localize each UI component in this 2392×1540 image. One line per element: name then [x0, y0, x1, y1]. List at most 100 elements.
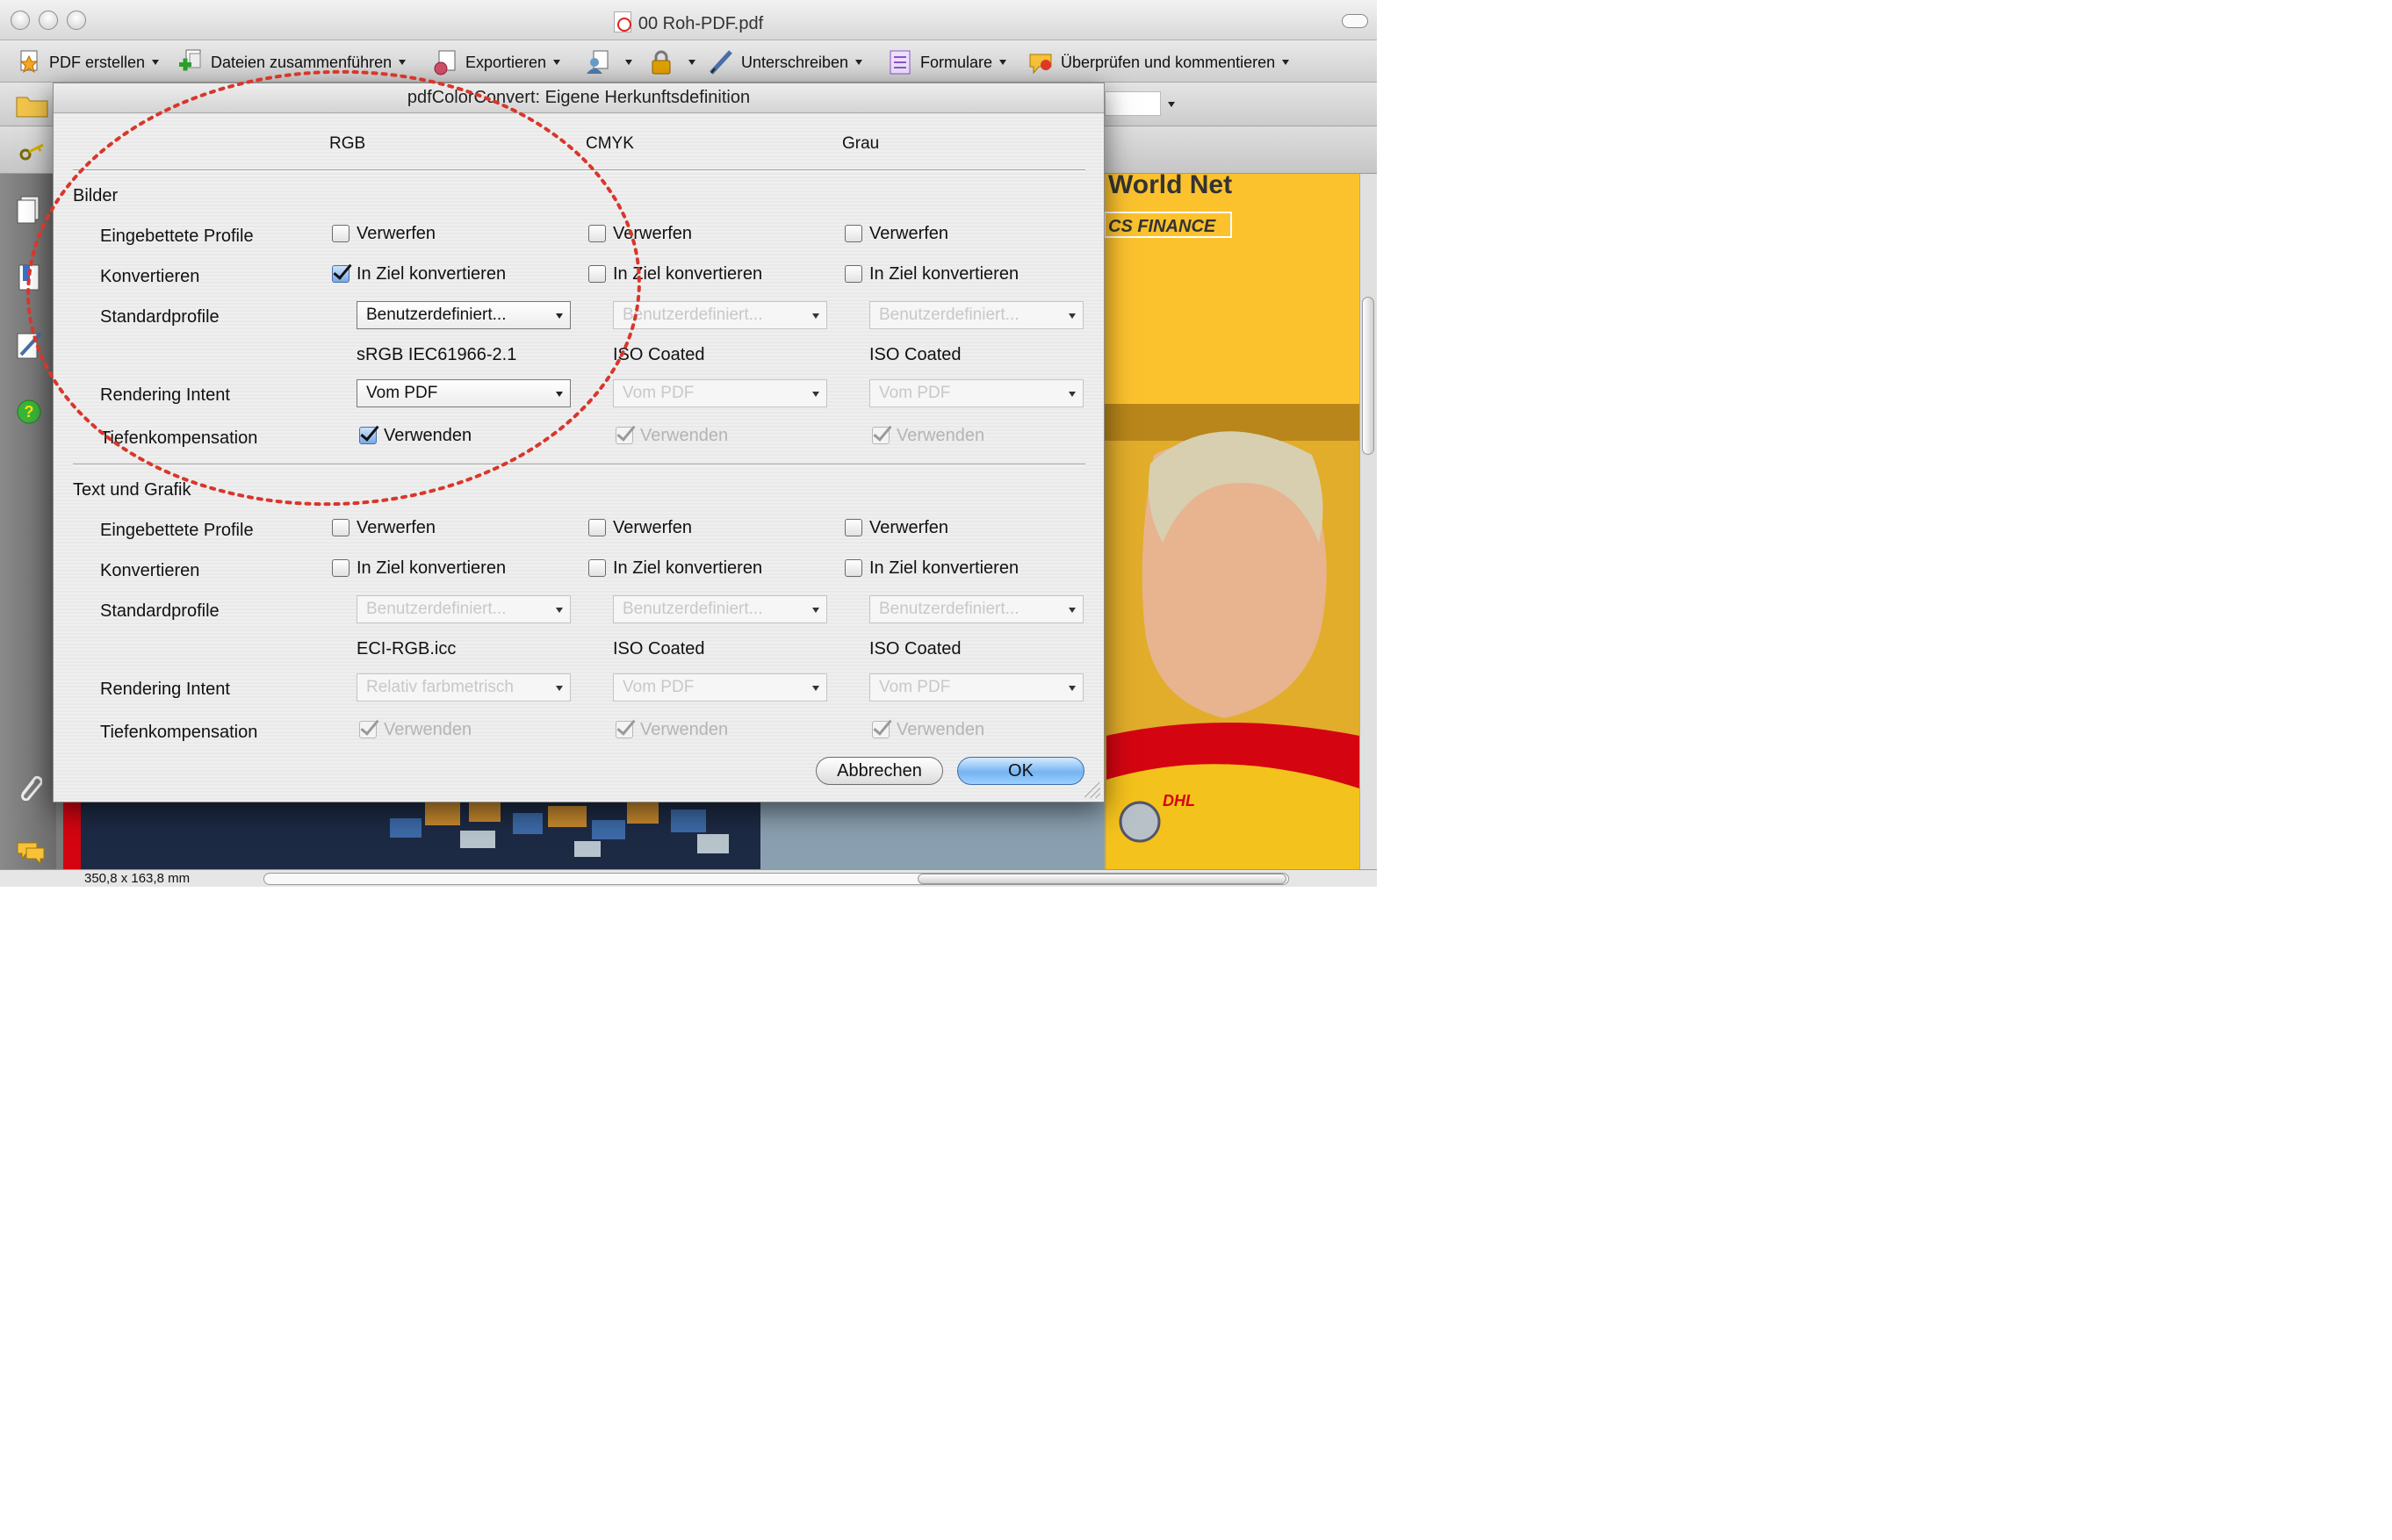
checkbox-label: Verwerfen	[613, 223, 693, 243]
checkbox-box[interactable]	[845, 519, 862, 536]
share-user-button[interactable]	[585, 49, 632, 76]
sign-label: Unterschreiben	[741, 53, 849, 71]
images-cmyk-convert-checkbox[interactable]: In Ziel konvertieren	[588, 263, 762, 285]
checkbox-box[interactable]	[332, 559, 349, 577]
sign-button[interactable]: Unterschreiben	[708, 49, 863, 76]
images-rgb-rendering-intent-select[interactable]: Vom PDF	[357, 379, 571, 407]
forms-button[interactable]: Formulare	[887, 49, 1007, 76]
help-icon[interactable]: ?	[16, 399, 42, 428]
secure-button[interactable]	[648, 49, 695, 76]
checkbox-box[interactable]	[588, 265, 606, 283]
review-comment-label: Überprüfen und kommentieren	[1061, 53, 1276, 71]
export-button[interactable]: Exportieren	[432, 49, 561, 76]
checkbox-box[interactable]	[588, 519, 606, 536]
checkbox-box[interactable]	[588, 559, 606, 577]
create-pdf-button[interactable]: PDF erstellen	[16, 49, 160, 76]
checkbox-box[interactable]	[588, 225, 606, 242]
attachments-icon[interactable]	[16, 771, 43, 802]
window-title-text: 00 Roh-PDF.pdf	[638, 14, 764, 33]
merge-files-icon	[177, 49, 204, 76]
signatures-icon[interactable]	[16, 330, 42, 360]
checkbox-label: Verwenden	[640, 719, 729, 739]
ok-button[interactable]: OK	[957, 757, 1084, 785]
toolbar-toggle-button[interactable]	[1342, 14, 1368, 28]
checkbox-label: Verwerfen	[357, 223, 436, 243]
divider	[73, 169, 1085, 171]
row-label-embedded-profiles: Eingebettete Profile	[100, 227, 254, 246]
zoom-input[interactable]	[1105, 91, 1161, 116]
checkbox-box	[616, 721, 633, 738]
text-cmyk-depth-checkbox: Verwenden	[616, 718, 728, 741]
images-rgb-discard-checkbox[interactable]: Verwerfen	[332, 222, 436, 245]
text-rgb-convert-checkbox[interactable]: In Ziel konvertieren	[332, 557, 506, 579]
select-value: Relativ farbmetrisch	[366, 678, 514, 696]
checkbox-label: Verwenden	[384, 425, 472, 445]
chevron-down-icon	[812, 392, 819, 397]
cancel-button[interactable]: Abbrechen	[816, 757, 943, 785]
text-rgb-discard-checkbox[interactable]: Verwerfen	[332, 516, 436, 539]
text-gray-standard-profile-select: Benutzerdefiniert...	[869, 595, 1084, 623]
scroll-thumb[interactable]	[1362, 297, 1374, 455]
text-gray-convert-checkbox[interactable]: In Ziel konvertieren	[845, 557, 1019, 579]
checkbox-label: Verwerfen	[869, 223, 949, 243]
images-cmyk-rendering-intent-select: Vom PDF	[613, 379, 827, 407]
checkbox-box[interactable]	[359, 427, 377, 444]
text-cmyk-discard-checkbox[interactable]: Verwerfen	[588, 516, 692, 539]
column-header-rgb: RGB	[329, 134, 366, 153]
checkbox-box[interactable]	[332, 519, 349, 536]
key-icon[interactable]	[19, 142, 46, 167]
horizontal-scroll-thumb[interactable]	[918, 874, 1286, 884]
checkbox-label: Verwenden	[640, 425, 729, 445]
select-value: Benutzerdefiniert...	[879, 306, 1019, 324]
images-rgb-profile-name: sRGB IEC61966-2.1	[357, 345, 517, 364]
export-label: Exportieren	[465, 53, 547, 71]
images-rgb-depth-checkbox[interactable]: Verwenden	[359, 424, 472, 447]
checkbox-box[interactable]	[332, 225, 349, 242]
review-comment-button[interactable]: Überprüfen und kommentieren	[1027, 49, 1290, 76]
images-gray-discard-checkbox[interactable]: Verwerfen	[845, 222, 948, 245]
images-rgb-convert-checkbox[interactable]: In Ziel konvertieren	[332, 263, 506, 285]
chevron-down-icon	[812, 608, 819, 613]
bookmarks-icon[interactable]	[16, 263, 42, 293]
horizontal-scrollbar[interactable]	[263, 873, 1289, 885]
select-value: Benutzerdefiniert...	[879, 600, 1019, 618]
checkbox-label: Verwerfen	[357, 517, 436, 537]
forms-icon	[887, 49, 913, 76]
images-cmyk-discard-checkbox[interactable]: Verwerfen	[588, 222, 692, 245]
checkbox-box[interactable]	[845, 265, 862, 283]
checkbox-label: Verwenden	[897, 425, 985, 445]
acrobat-window: 00 Roh-PDF.pdf PDF erstellen Dateien zus…	[0, 0, 1377, 887]
merge-files-button[interactable]: Dateien zusammenführen	[177, 49, 407, 76]
comments-icon[interactable]	[16, 839, 45, 869]
checkbox-box[interactable]	[845, 225, 862, 242]
divider	[73, 464, 1085, 465]
forms-label: Formulare	[920, 53, 993, 71]
pages-icon[interactable]	[16, 195, 42, 225]
row-label-convert: Konvertieren	[100, 561, 200, 580]
checkbox-box[interactable]	[332, 265, 349, 283]
checkbox-label: In Ziel konvertieren	[357, 263, 507, 284]
chevron-down-icon[interactable]	[1168, 102, 1175, 107]
checkbox-box[interactable]	[845, 559, 862, 577]
row-label-standard-profiles: Standardprofile	[100, 307, 220, 327]
chevron-down-icon	[812, 686, 819, 691]
checkbox-label: Verwenden	[897, 719, 985, 739]
checkbox-box	[872, 721, 890, 738]
checkbox-label: In Ziel konvertieren	[613, 263, 763, 284]
row-label-rendering-intent: Rendering Intent	[100, 680, 230, 699]
row-label-rendering-intent: Rendering Intent	[100, 385, 230, 405]
images-gray-convert-checkbox[interactable]: In Ziel konvertieren	[845, 263, 1019, 285]
checkbox-label: In Ziel konvertieren	[869, 558, 1019, 578]
resize-grip[interactable]	[1084, 782, 1100, 798]
open-folder-icon[interactable]	[16, 93, 49, 123]
chevron-down-icon	[1069, 392, 1076, 397]
text-cmyk-convert-checkbox[interactable]: In Ziel konvertieren	[588, 557, 762, 579]
chevron-down-icon	[399, 60, 407, 65]
text-gray-rendering-intent-select: Vom PDF	[869, 673, 1084, 702]
images-rgb-standard-profile-select[interactable]: Benutzerdefiniert...	[357, 301, 571, 329]
checkbox-box	[872, 427, 890, 444]
text-gray-discard-checkbox[interactable]: Verwerfen	[845, 516, 948, 539]
select-value: Benutzerdefiniert...	[366, 306, 507, 324]
select-value: Vom PDF	[623, 678, 695, 696]
vertical-scrollbar[interactable]	[1359, 174, 1377, 869]
